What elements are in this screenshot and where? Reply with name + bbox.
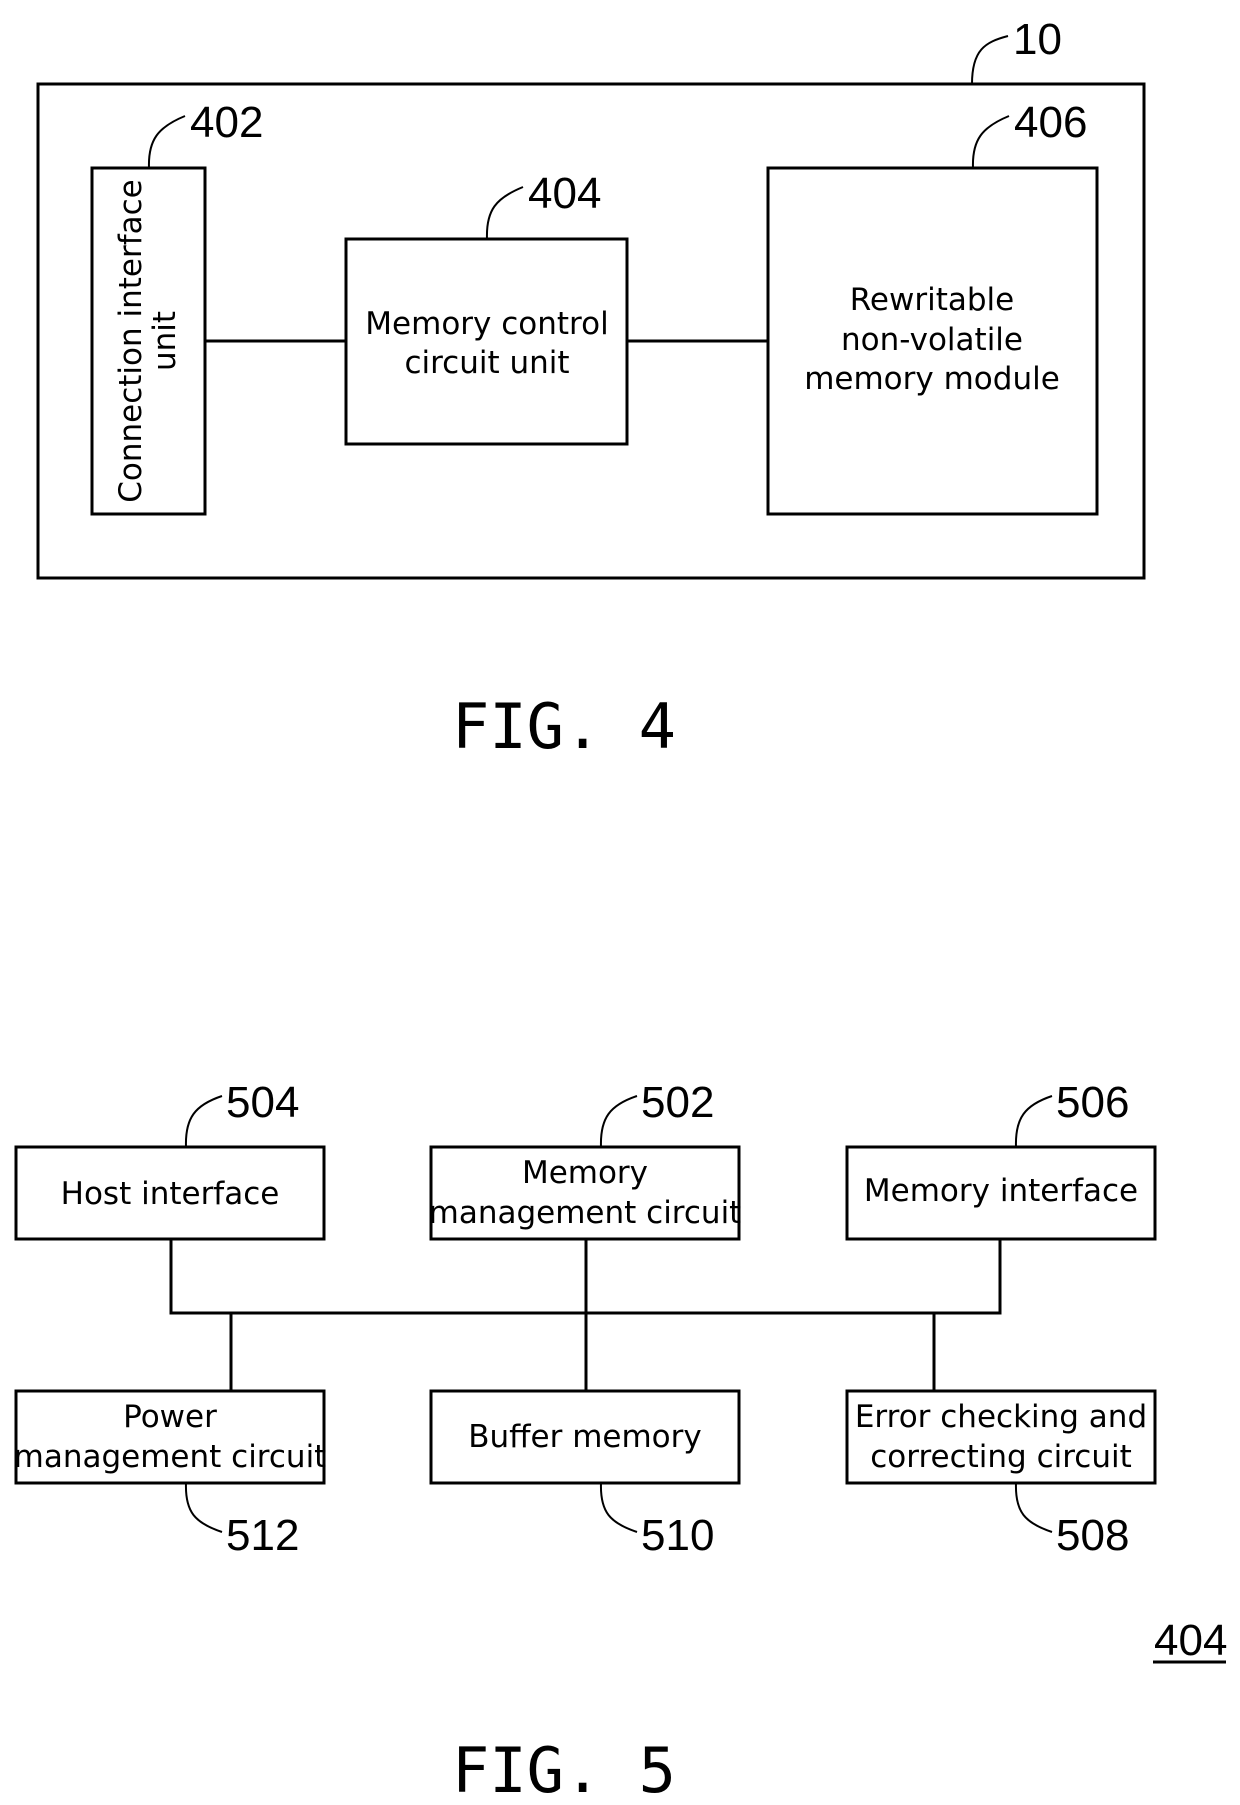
leader-404 (485, 186, 524, 240)
connection-interface-label-line2: unit (147, 311, 183, 371)
memory-management-label-line1: Memory (522, 1155, 648, 1191)
ecc-label-line1: Error checking and (855, 1399, 1147, 1435)
fig5: 504 Host interface 502 Memory management… (14, 1078, 1228, 1805)
ref-508: 508 (1056, 1511, 1129, 1560)
leader-510 (599, 1482, 638, 1533)
rewritable-label-line3: memory module (804, 361, 1060, 397)
power-management-label-line2: management circuit (14, 1439, 327, 1475)
leader-502 (599, 1095, 638, 1148)
leader-508 (1014, 1482, 1053, 1533)
ref-512: 512 (226, 1511, 299, 1560)
fig5-reference-404: 404 (1154, 1616, 1227, 1665)
ref-504: 504 (226, 1078, 299, 1127)
ref-402: 402 (190, 98, 263, 147)
ref-404: 404 (528, 169, 601, 218)
buffer-memory-label: Buffer memory (468, 1419, 701, 1455)
fig5-caption: FIG. 5 (452, 1734, 676, 1805)
memory-control-label-line1: Memory control (365, 306, 608, 342)
leader-10 (971, 35, 1009, 85)
ecc-label-line2: correcting circuit (870, 1439, 1132, 1475)
power-management-label-line1: Power (123, 1399, 217, 1435)
memory-control-label-line2: circuit unit (404, 345, 569, 381)
fig4-caption: FIG. 4 (452, 690, 676, 763)
ref-510: 510 (641, 1511, 714, 1560)
patent-drawing: 10 402 Connection interface unit 404 Mem… (14, 15, 1228, 1805)
memory-management-label-line2: management circuit (429, 1195, 742, 1231)
ref-506: 506 (1056, 1078, 1129, 1127)
rewritable-label-line2: non-volatile (841, 322, 1023, 358)
rewritable-label-line1: Rewritable (850, 282, 1014, 318)
leader-406 (971, 115, 1010, 169)
memory-interface-label: Memory interface (864, 1173, 1138, 1209)
ref-502: 502 (641, 1078, 714, 1127)
leader-506 (1014, 1095, 1053, 1148)
leader-402 (147, 115, 186, 169)
ref-406: 406 (1014, 98, 1087, 147)
connection-interface-label-line1: Connection interface (113, 179, 149, 503)
host-interface-label: Host interface (61, 1176, 280, 1212)
ref-10: 10 (1013, 15, 1062, 64)
leader-512 (184, 1482, 223, 1533)
fig4: 10 402 Connection interface unit 404 Mem… (36, 15, 1146, 763)
leader-504 (184, 1095, 223, 1148)
